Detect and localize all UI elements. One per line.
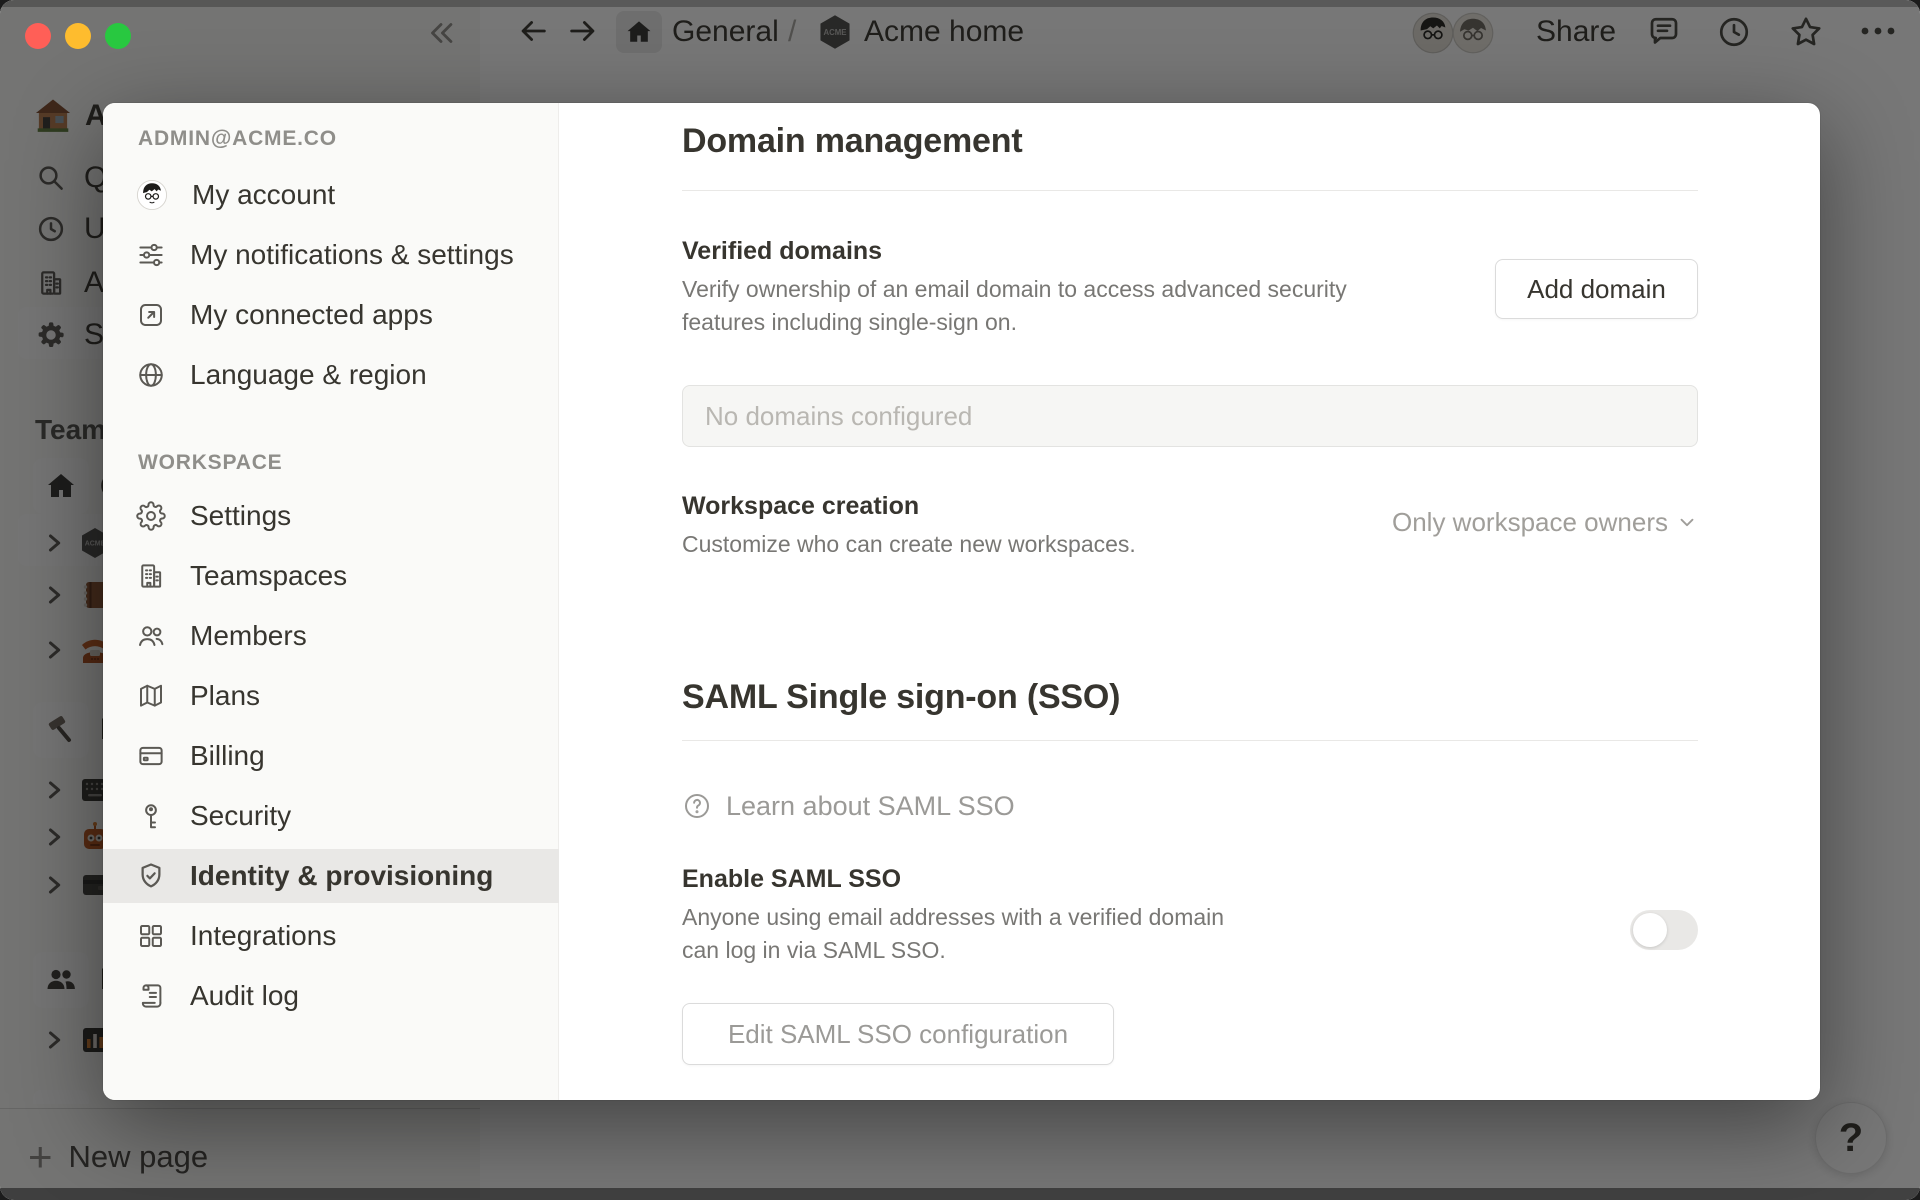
add-domain-button[interactable]: Add domain [1495, 259, 1698, 319]
section-divider [682, 740, 1698, 741]
question-circle-icon [682, 791, 712, 821]
sidebar-item-integrations[interactable]: Integrations [103, 909, 559, 963]
window-top-edge [0, 0, 1920, 7]
sidebar-item-plans[interactable]: Plans [103, 669, 559, 723]
domain-management-title: Domain management [682, 122, 1023, 160]
arrow-up-right-icon [136, 300, 166, 330]
window-bottom-edge [0, 1188, 1920, 1200]
sidebar-item-security[interactable]: Security [103, 789, 559, 843]
sidebar-item-language-region[interactable]: Language & region [103, 348, 559, 402]
close-window-button[interactable] [25, 23, 51, 49]
domains-empty-state: No domains configured [682, 385, 1698, 447]
settings-modal: ADMIN@ACME.CO My account My notification… [103, 103, 1820, 1100]
workspace-creation-description: Customize who can create new workspaces. [682, 531, 1136, 557]
verified-domains-description: Verify ownership of an email domain to a… [682, 276, 1347, 335]
toggle-knob [1633, 913, 1667, 947]
sidebar-item-notifications-settings[interactable]: My notifications & settings [103, 228, 559, 282]
sidebar-item-billing[interactable]: Billing [103, 729, 559, 783]
minimize-window-button[interactable] [65, 23, 91, 49]
sidebar-item-identity-provisioning[interactable]: Identity & provisioning [103, 849, 559, 903]
gear-icon [136, 501, 166, 531]
edit-saml-config-button[interactable]: Edit SAML SSO configuration [682, 1003, 1114, 1065]
workspace-creation-title: Workspace creation [682, 492, 920, 520]
settings-sidebar: ADMIN@ACME.CO My account My notification… [103, 103, 559, 1100]
building-icon [136, 561, 166, 591]
saml-title: SAML Single sign-on (SSO) [682, 678, 1121, 716]
workspace-section-label: WORKSPACE [138, 451, 283, 474]
chevron-down-icon [1676, 511, 1698, 533]
credit-card-icon [136, 741, 166, 771]
key-icon [136, 801, 166, 831]
people-icon [136, 621, 166, 651]
workspace-creation-dropdown[interactable]: Only workspace owners [1392, 504, 1698, 540]
learn-saml-link[interactable]: Learn about SAML SSO [682, 788, 1015, 824]
sliders-icon [136, 240, 166, 270]
enable-saml-description: Anyone using email addresses with a veri… [682, 904, 1225, 963]
account-section-label: ADMIN@ACME.CO [138, 127, 337, 150]
shield-check-icon [136, 861, 166, 891]
section-divider [682, 190, 1698, 191]
globe-icon [136, 360, 166, 390]
sidebar-item-my-account[interactable]: My account [103, 168, 559, 222]
enable-saml-title: Enable SAML SSO [682, 865, 902, 893]
sidebar-item-settings[interactable]: Settings [103, 489, 559, 543]
sidebar-item-audit-log[interactable]: Audit log [103, 969, 559, 1023]
scroll-icon [136, 981, 166, 1011]
verified-domains-title: Verified domains [682, 237, 883, 265]
sidebar-item-teamspaces[interactable]: Teamspaces [103, 549, 559, 603]
sidebar-item-connected-apps[interactable]: My connected apps [103, 288, 559, 342]
grid-icon [136, 921, 166, 951]
zoom-window-button[interactable] [105, 23, 131, 49]
user-avatar [136, 179, 168, 211]
enable-saml-toggle[interactable] [1630, 910, 1698, 950]
sidebar-item-members[interactable]: Members [103, 609, 559, 663]
notion-window: General / ACME Acme home Share A Q U A [0, 0, 1920, 1200]
map-icon [136, 681, 166, 711]
